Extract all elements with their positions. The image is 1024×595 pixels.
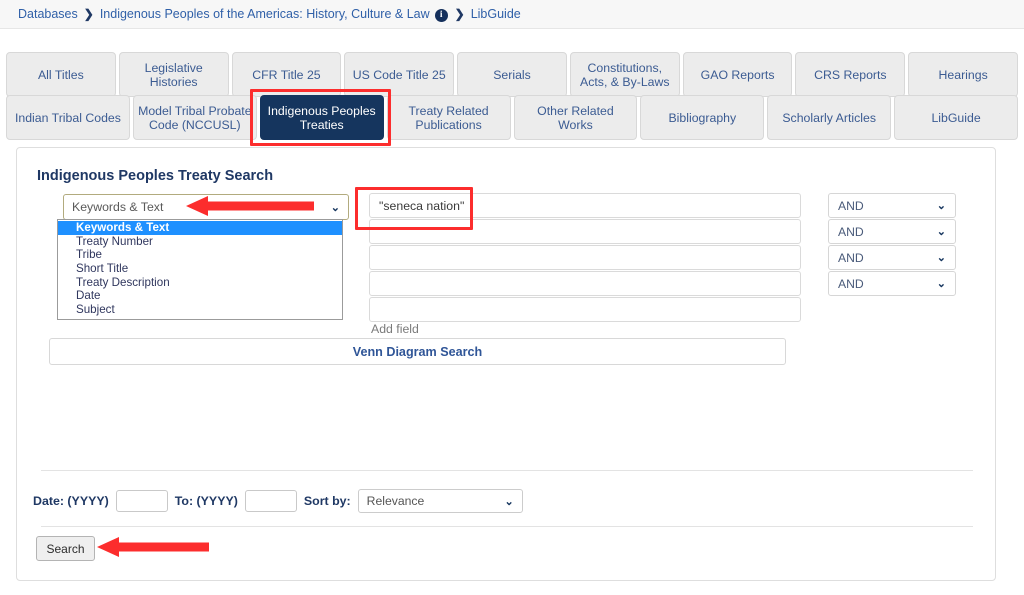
option-treaty-number[interactable]: Treaty Number	[58, 235, 342, 249]
divider-top	[41, 470, 973, 471]
date-to-input[interactable]	[244, 490, 297, 512]
chevron-down-icon: ⌄	[936, 252, 946, 264]
sort-by-value: Relevance	[366, 494, 425, 508]
tab-crs-reports[interactable]: CRS Reports	[795, 52, 906, 97]
info-circle-icon[interactable]: i	[434, 8, 448, 22]
search-input-5[interactable]	[369, 297, 801, 322]
search-input-3[interactable]	[369, 245, 801, 270]
tab-constitutions-acts-bylaws[interactable]: Constitutions, Acts, & By-Laws	[569, 52, 680, 97]
tab-bibliography[interactable]: Bibliography	[640, 95, 765, 140]
tab-gao-reports[interactable]: GAO Reports	[682, 52, 793, 97]
sort-by-label: Sort by:	[303, 494, 351, 508]
field-select-options[interactable]: Keywords & Text Treaty Number Tribe Shor…	[57, 219, 343, 320]
sort-by-select[interactable]: Relevance ⌄	[357, 489, 523, 513]
search-button[interactable]: Search	[36, 536, 95, 561]
tab-row-secondary: Indian Tribal Codes Model Tribal Probate…	[0, 95, 1024, 140]
tab-model-tribal-probate-code[interactable]: Model Tribal Probate Code (NCCUSL)	[132, 95, 257, 140]
option-subject[interactable]: Subject	[58, 303, 342, 317]
tab-legislative-histories[interactable]: Legislative Histories	[118, 52, 229, 97]
page-title: Indigenous Peoples Treaty Search	[37, 168, 274, 184]
option-tribe[interactable]: Tribe	[58, 248, 342, 262]
breadcrumb-item-databases[interactable]: Databases	[18, 7, 78, 21]
field-select-value: Keywords & Text	[72, 200, 164, 214]
date-from-label: Date: (YYYY)	[33, 494, 109, 508]
chevron-down-icon: ⌄	[936, 278, 946, 290]
search-input-2[interactable]	[369, 219, 801, 244]
boolean-operator-select-1[interactable]: AND ⌄	[828, 193, 956, 218]
chevron-right-icon: ❯	[83, 7, 94, 21]
breadcrumb-item-libguide[interactable]: LibGuide	[471, 7, 521, 21]
divider-bottom	[41, 526, 973, 527]
tab-serials[interactable]: Serials	[457, 52, 567, 97]
chevron-right-icon-2: ❯	[454, 7, 465, 21]
option-keywords-text[interactable]: Keywords & Text	[58, 221, 342, 235]
boolean-operator-value-3: AND	[838, 250, 864, 265]
tab-indigenous-peoples-treaties[interactable]: Indigenous Peoples Treaties	[259, 95, 384, 140]
page-root: Databases ❯ Indigenous Peoples of the Am…	[0, 0, 1024, 595]
tab-cfr-title-25[interactable]: CFR Title 25	[231, 52, 342, 97]
date-from-input[interactable]	[115, 490, 168, 512]
option-short-title[interactable]: Short Title	[58, 262, 342, 276]
venn-diagram-search-button[interactable]: Venn Diagram Search	[49, 338, 786, 365]
date-to-label: To: (YYYY)	[174, 494, 238, 508]
chevron-down-icon: ⌄	[504, 495, 514, 508]
tab-all-titles[interactable]: All Titles	[6, 52, 116, 97]
boolean-operator-select-3[interactable]: AND ⌄	[828, 245, 956, 270]
breadcrumb: Databases ❯ Indigenous Peoples of the Am…	[0, 0, 1024, 29]
tab-row-primary: All Titles Legislative Histories CFR Tit…	[0, 52, 1024, 97]
boolean-operator-select-4[interactable]: AND ⌄	[828, 271, 956, 296]
boolean-operator-value-2: AND	[838, 224, 864, 239]
search-input-1-value: "seneca nation"	[379, 198, 465, 213]
tab-other-related-works[interactable]: Other Related Works	[513, 95, 638, 140]
boolean-operator-select-2[interactable]: AND ⌄	[828, 219, 956, 244]
chevron-down-icon: ⌄	[330, 201, 340, 214]
search-input-4[interactable]	[369, 271, 801, 296]
tab-treaty-related-publications[interactable]: Treaty Related Publications	[386, 95, 511, 140]
tab-us-code-title-25[interactable]: US Code Title 25	[344, 52, 455, 97]
add-field-link[interactable]: Add field	[371, 322, 419, 336]
boolean-operator-value-4: AND	[838, 276, 864, 291]
chevron-down-icon: ⌄	[936, 200, 946, 212]
option-treaty-description[interactable]: Treaty Description	[58, 276, 342, 290]
option-date[interactable]: Date	[58, 289, 342, 303]
tab-indian-tribal-codes[interactable]: Indian Tribal Codes	[6, 95, 130, 140]
tab-hearings[interactable]: Hearings	[908, 52, 1019, 97]
breadcrumb-item-database-title[interactable]: Indigenous Peoples of the Americas: Hist…	[100, 7, 430, 21]
filter-row: Date: (YYYY) To: (YYYY) Sort by: Relevan…	[33, 489, 523, 513]
boolean-operator-value-1: AND	[838, 198, 864, 213]
chevron-down-icon: ⌄	[936, 226, 946, 238]
field-select[interactable]: Keywords & Text ⌄	[63, 194, 349, 220]
tab-scholarly-articles[interactable]: Scholarly Articles	[767, 95, 892, 140]
tab-libguide[interactable]: LibGuide	[894, 95, 1018, 140]
search-panel: Indigenous Peoples Treaty Search Keyword…	[16, 147, 996, 581]
search-input-1[interactable]: "seneca nation"	[369, 193, 801, 218]
